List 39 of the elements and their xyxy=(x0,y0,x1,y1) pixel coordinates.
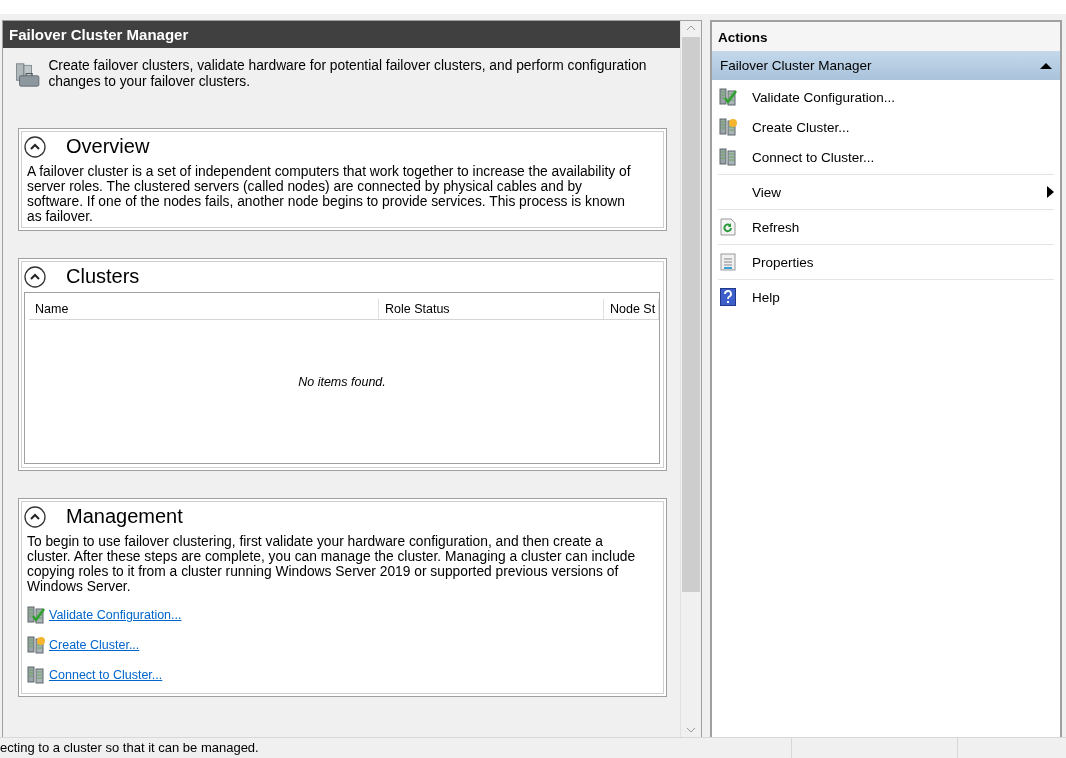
collapse-icon[interactable] xyxy=(24,505,46,528)
pane-title: Failover Cluster Manager xyxy=(3,21,680,48)
server-check-icon xyxy=(719,88,737,106)
scroll-thumb[interactable] xyxy=(682,37,700,592)
scrollbar[interactable] xyxy=(680,21,701,737)
intro-text: Create failover clusters, validate hardware for potential failover clusters, and perform configuration changes to your failover clusters. xyxy=(48,58,648,91)
action-item[interactable]: View xyxy=(718,177,1054,207)
section-title: Overview xyxy=(66,135,150,158)
action-item[interactable]: Create Cluster... xyxy=(718,112,1054,142)
action-item[interactable]: Help xyxy=(718,282,1054,312)
action-link[interactable]: Create Cluster... xyxy=(49,638,140,652)
collapse-icon[interactable] xyxy=(24,135,46,158)
column-header[interactable]: Node St xyxy=(604,299,659,319)
action-item[interactable]: Validate Configuration... xyxy=(718,82,1054,112)
actions-title: Actions xyxy=(712,22,1060,51)
column-header[interactable]: Name xyxy=(29,299,379,319)
collapse-icon[interactable] xyxy=(24,265,46,288)
action-link[interactable]: Connect to Cluster... xyxy=(49,668,163,682)
properties-icon xyxy=(720,253,736,271)
collapse-icon xyxy=(1040,61,1052,70)
help-icon xyxy=(720,288,736,306)
refresh-icon xyxy=(720,218,736,236)
action-item[interactable]: Properties xyxy=(718,247,1054,277)
server-star-icon xyxy=(719,118,737,136)
action-item[interactable]: Connect to Cluster... xyxy=(718,142,1054,172)
section-description: A failover cluster is a set of independent computers that work together to increase the availability of server roles. The clustered servers (called nodes) are connected by physical cables and by software. If one of the nodes fails, another node begins to provide services. This process is known as failover. xyxy=(26,164,632,224)
server-check-icon xyxy=(27,606,45,624)
actions-group-header[interactable]: Failover Cluster Manager xyxy=(712,51,1060,80)
server-icon xyxy=(719,148,737,166)
server-star-icon xyxy=(27,636,45,654)
server-icon xyxy=(27,666,45,684)
action-item[interactable]: Refresh xyxy=(718,212,1054,242)
section-title: Management xyxy=(66,505,183,528)
section-description: To begin to use failover clustering, first validate your hardware configuration, and then create a cluster. After these steps are complete, you can manage the cluster. Managing a cluster can include copying roles to it from a cluster running Windows Server 2019 or supported previous versions of Windows Server. xyxy=(26,534,637,594)
status-text: ecting to a cluster so that it can be managed. xyxy=(0,739,260,757)
empty-message: No items found. xyxy=(298,374,386,389)
column-header[interactable]: Role Status xyxy=(379,299,604,319)
section-title: Clusters xyxy=(66,265,140,288)
action-link[interactable]: Validate Configuration... xyxy=(49,608,182,622)
